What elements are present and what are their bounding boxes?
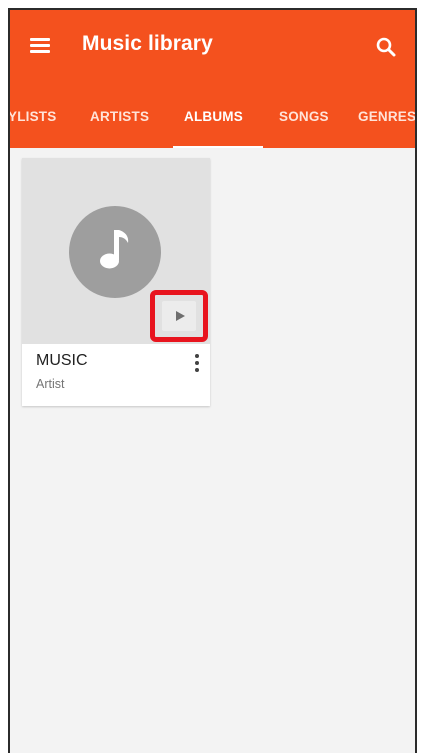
app-title: Music library bbox=[82, 32, 213, 55]
tab-genres[interactable]: GENRES bbox=[358, 106, 415, 148]
more-vert-icon[interactable] bbox=[194, 354, 200, 372]
toolbar: Music library bbox=[10, 10, 415, 86]
tab-albums[interactable]: ALBUMS bbox=[184, 106, 243, 148]
play-button[interactable] bbox=[162, 301, 196, 331]
album-grid: MUSIC Artist bbox=[10, 148, 415, 753]
tab-bar: YLISTS ARTISTS ALBUMS SONGS GENRES bbox=[10, 106, 415, 148]
hamburger-menu-icon[interactable] bbox=[30, 38, 50, 54]
album-art[interactable] bbox=[22, 158, 210, 344]
play-icon bbox=[176, 311, 185, 321]
play-button-highlight bbox=[150, 290, 208, 342]
search-icon[interactable] bbox=[375, 36, 397, 58]
music-note-icon bbox=[69, 206, 161, 298]
album-artist: Artist bbox=[36, 377, 65, 391]
album-title: MUSIC bbox=[36, 352, 88, 369]
tab-songs[interactable]: SONGS bbox=[279, 106, 329, 148]
app-bar: Music library YLISTS ARTISTS ALBUMS SONG… bbox=[10, 10, 415, 149]
phone-screen: Music library YLISTS ARTISTS ALBUMS SONG… bbox=[8, 8, 417, 753]
album-card[interactable]: MUSIC Artist bbox=[22, 158, 210, 406]
tab-artists[interactable]: ARTISTS bbox=[90, 106, 149, 148]
tab-playlists[interactable]: YLISTS bbox=[10, 106, 56, 148]
